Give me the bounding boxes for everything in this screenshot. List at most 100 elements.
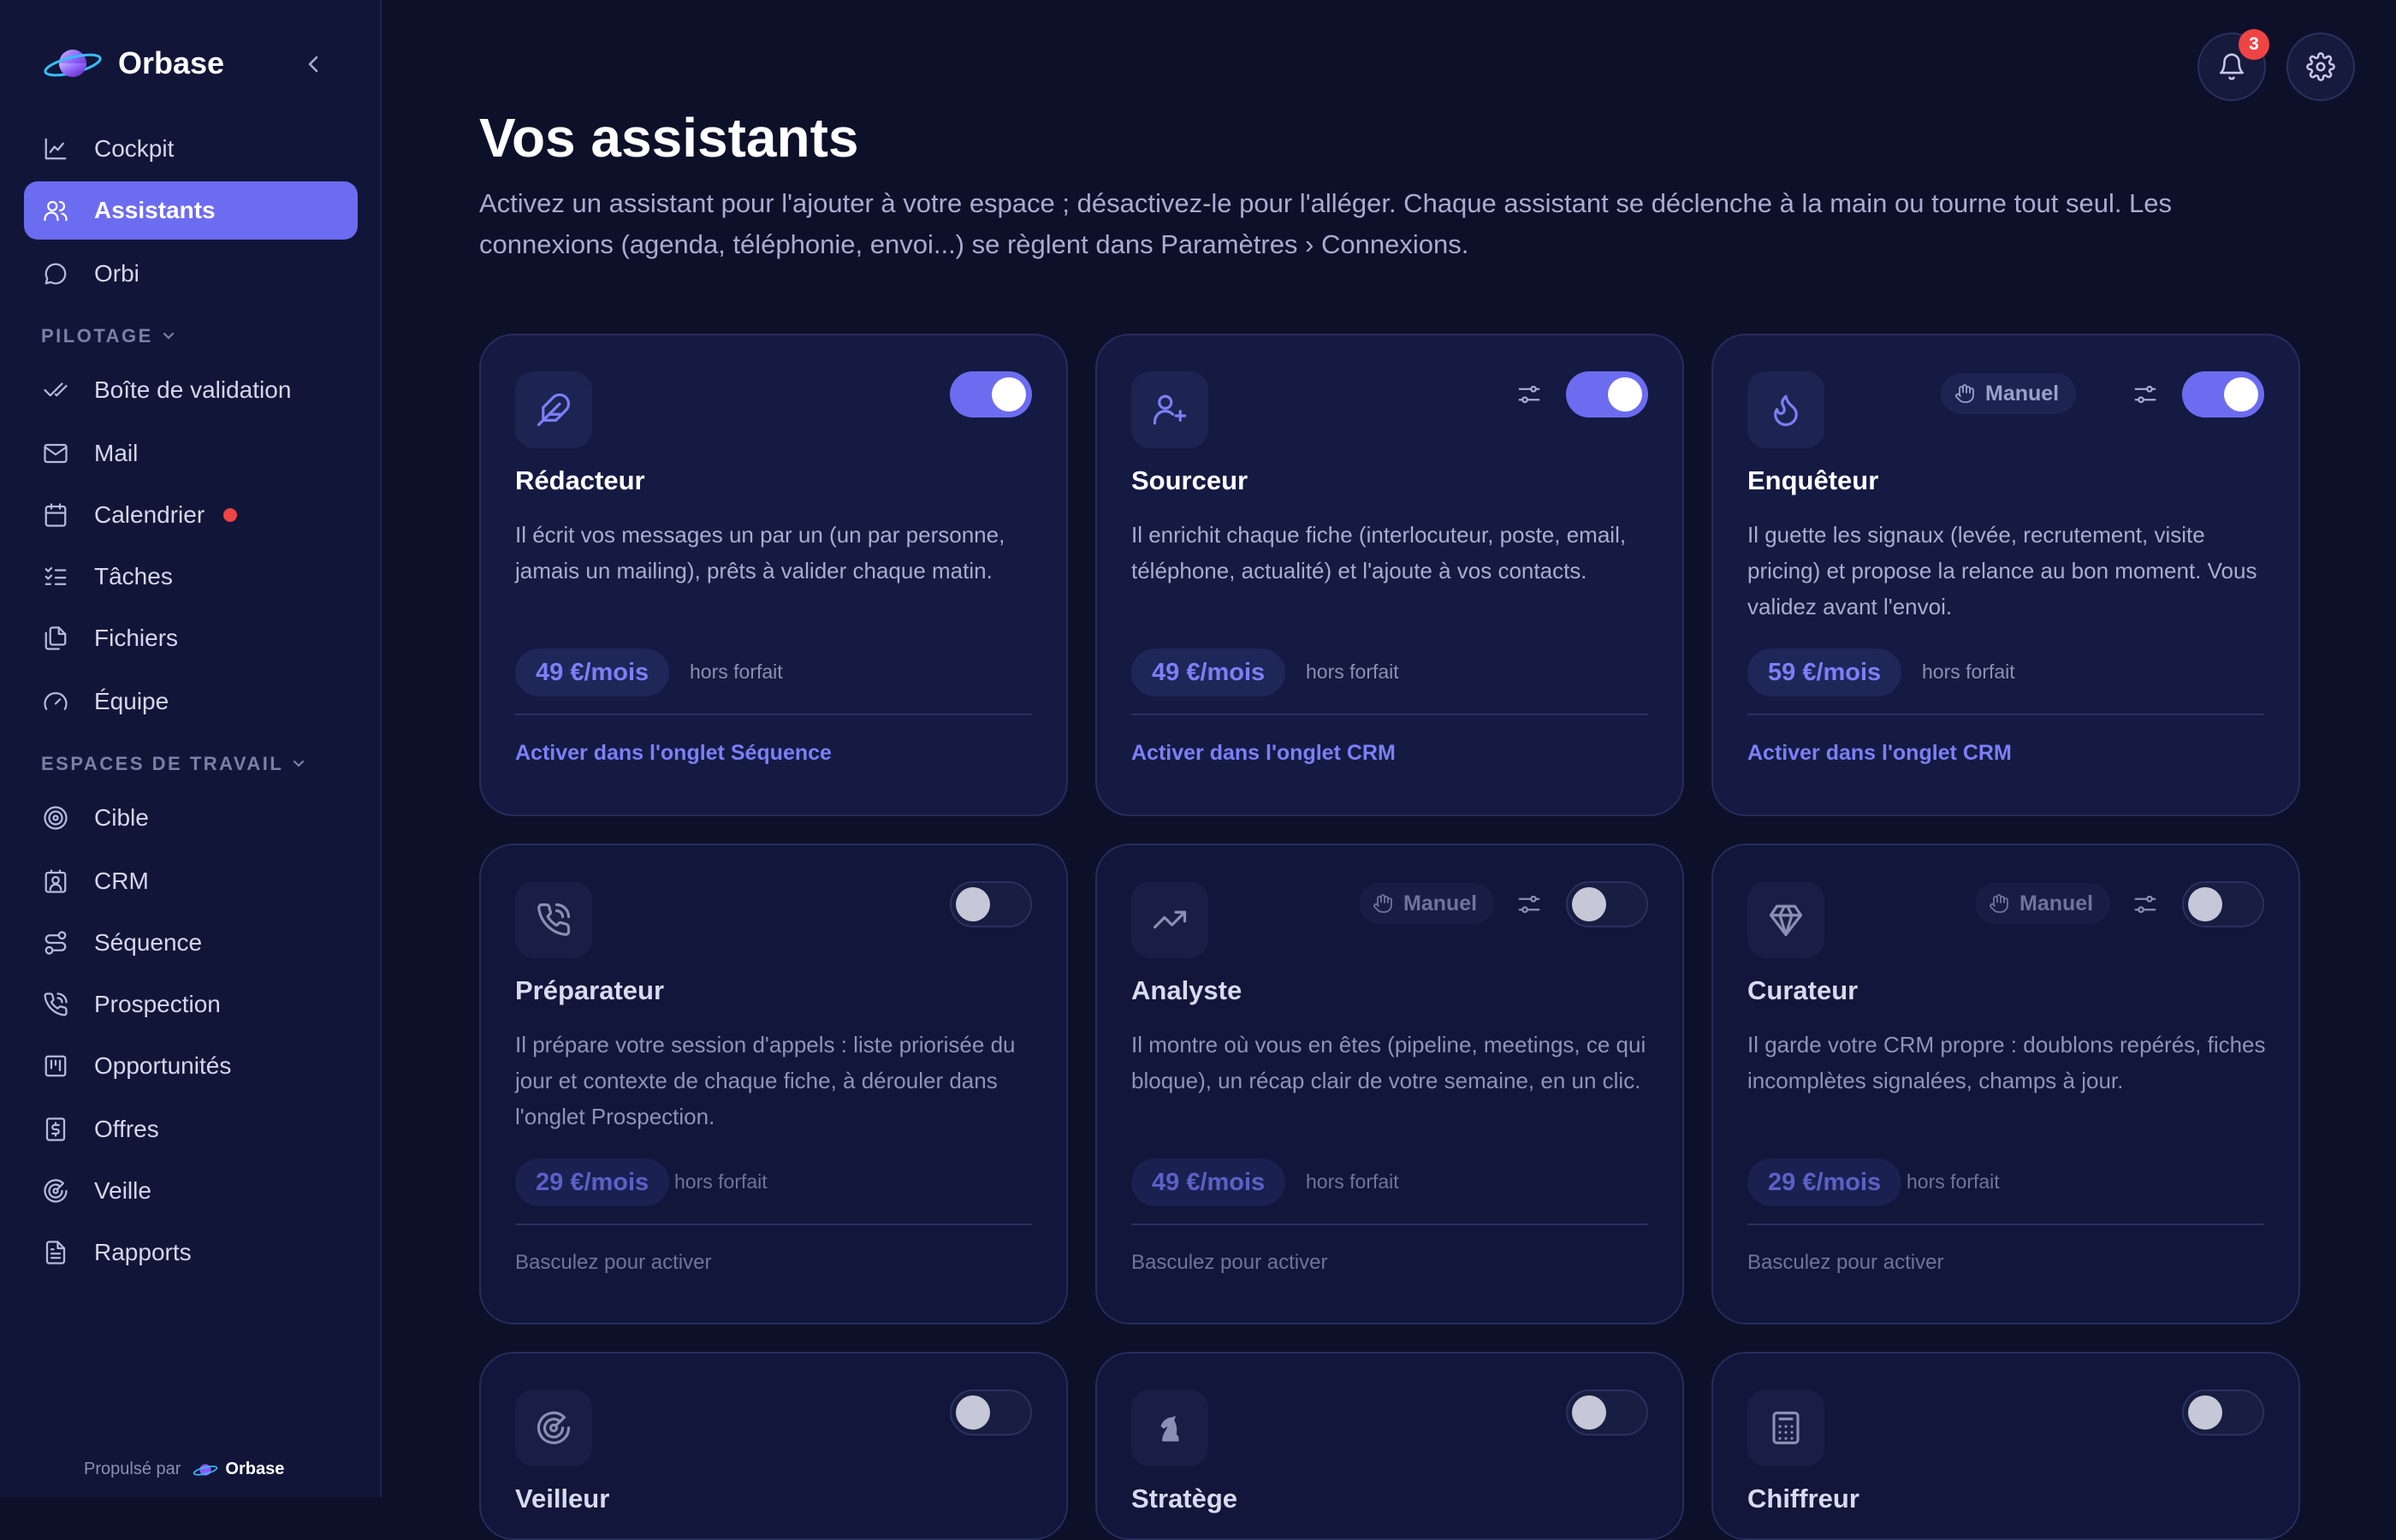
toggle-hint: Basculez pour activer bbox=[1747, 1251, 1944, 1274]
sidebar-item-offres[interactable]: Offres bbox=[24, 1100, 358, 1158]
assistant-title: Enquêteur bbox=[1747, 465, 1879, 495]
manual-mode-badge[interactable]: Manuel bbox=[1941, 373, 2077, 414]
sidebar-item-calendrier[interactable]: Calendrier bbox=[24, 486, 358, 544]
sidebar-item-equipe[interactable]: Équipe bbox=[24, 672, 358, 731]
assistant-description: Il garde votre CRM propre : doublons rep… bbox=[1747, 1032, 2266, 1093]
route-icon bbox=[41, 928, 70, 957]
sidebar-item-label: Offres bbox=[94, 1116, 159, 1142]
sidebar-item-orbi[interactable]: Orbi bbox=[24, 245, 358, 303]
files-icon bbox=[41, 624, 70, 653]
list-checks-icon bbox=[41, 562, 70, 591]
radar-icon bbox=[515, 1389, 592, 1466]
price-note: hors forfait bbox=[1907, 1170, 2000, 1193]
assistant-toggle[interactable] bbox=[1566, 881, 1648, 927]
phone-call-icon bbox=[515, 881, 592, 958]
kanban-icon bbox=[41, 1051, 70, 1081]
assistant-description: Il guette les signaux (levée, recrutemen… bbox=[1747, 522, 2257, 619]
sidebar-item-assistants[interactable]: Assistants bbox=[24, 181, 358, 240]
sidebar-item-prospection[interactable]: Prospection bbox=[24, 975, 358, 1034]
assistant-toggle[interactable] bbox=[950, 881, 1032, 927]
hand-icon bbox=[1990, 894, 2008, 913]
target-icon bbox=[41, 803, 70, 832]
assistant-card-stratege: Stratège bbox=[1095, 1352, 1684, 1540]
planet-logo-icon bbox=[44, 50, 102, 77]
toggle-knob bbox=[2224, 377, 2258, 412]
phone-call-icon bbox=[41, 990, 70, 1019]
sidebar-item-fichiers[interactable]: Fichiers bbox=[24, 609, 358, 667]
assistant-description: Il enrichit chaque fiche (interlocuteur,… bbox=[1131, 522, 1627, 583]
assistant-title: Rédacteur bbox=[515, 465, 645, 495]
sliders-icon bbox=[2134, 895, 2156, 914]
sidebar-item-label: Boîte de validation bbox=[94, 376, 292, 403]
sidebar-item-label: Cockpit bbox=[94, 135, 175, 162]
sliders-icon bbox=[2134, 385, 2156, 404]
section-pilotage-toggle[interactable]: PILOTAGE bbox=[41, 325, 175, 347]
assistant-toggle[interactable] bbox=[1566, 1389, 1648, 1436]
assistant-toggle[interactable] bbox=[2182, 1389, 2264, 1436]
settings-button[interactable] bbox=[2286, 33, 2355, 101]
brand[interactable]: Orbase bbox=[43, 39, 224, 87]
collapse-sidebar-button[interactable] bbox=[301, 50, 325, 79]
sidebar-item-label: Opportunités bbox=[94, 1052, 232, 1079]
assistant-card-preparateur: Préparateur Il prépare votre session d'a… bbox=[479, 844, 1068, 1324]
assistant-toggle[interactable] bbox=[1566, 371, 1648, 418]
manual-mode-badge[interactable]: Manuel bbox=[1359, 883, 1495, 924]
contact-icon bbox=[41, 867, 70, 896]
card-divider bbox=[1747, 1223, 2264, 1225]
sidebar-item-mail[interactable]: Mail bbox=[24, 424, 358, 483]
price-badge: 49 €/mois bbox=[1131, 1158, 1286, 1206]
card-divider bbox=[1747, 714, 2264, 715]
sidebar-item-label: Rapports bbox=[94, 1239, 192, 1265]
chess-knight-icon bbox=[1131, 1389, 1208, 1466]
activate-link[interactable]: Activer dans l'onglet CRM bbox=[1131, 741, 1396, 766]
activate-link[interactable]: Activer dans l'onglet Séquence bbox=[515, 741, 832, 766]
price-badge: 29 €/mois bbox=[1747, 1158, 1902, 1206]
sliders-icon bbox=[1518, 385, 1540, 404]
notifications-button[interactable]: 3 bbox=[2197, 29, 2269, 101]
assistant-toggle[interactable] bbox=[2182, 881, 2264, 927]
toggle-hint: Basculez pour activer bbox=[515, 1251, 712, 1274]
sidebar-item-cible[interactable]: Cible bbox=[24, 789, 358, 847]
sidebar-item-taches[interactable]: Tâches bbox=[24, 548, 358, 606]
bell-icon bbox=[2219, 53, 2245, 80]
toggle-knob bbox=[956, 887, 990, 921]
assistant-toggle[interactable] bbox=[950, 371, 1032, 418]
settings-sliders-button[interactable] bbox=[1515, 890, 1544, 919]
section-label: ESPACES DE TRAVAIL bbox=[41, 753, 284, 774]
assistant-toggle[interactable] bbox=[950, 1389, 1032, 1436]
users-icon bbox=[41, 196, 70, 225]
sidebar-item-label: Veille bbox=[94, 1177, 151, 1204]
page-title: Vos assistants bbox=[479, 107, 859, 169]
sidebar-item-veille[interactable]: Veille bbox=[24, 1162, 358, 1220]
manual-mode-badge[interactable]: Manuel bbox=[1975, 883, 2111, 924]
sidebar-item-cockpit[interactable]: Cockpit bbox=[24, 120, 358, 178]
sidebar-item-label: Cible bbox=[94, 804, 149, 831]
file-text-icon bbox=[41, 1238, 70, 1267]
assistant-title: Analyste bbox=[1131, 975, 1242, 1005]
sidebar-item-boite-validation[interactable]: Boîte de validation bbox=[24, 361, 358, 419]
assistant-card-sourceur: Sourceur Il enrichit chaque fiche (inter… bbox=[1095, 334, 1684, 816]
settings-sliders-button[interactable] bbox=[1515, 380, 1544, 409]
user-plus-icon bbox=[1131, 371, 1208, 448]
activate-link[interactable]: Activer dans l'onglet CRM bbox=[1747, 741, 2012, 766]
sidebar-item-rapports[interactable]: Rapports bbox=[24, 1223, 358, 1282]
assistant-title: Préparateur bbox=[515, 975, 665, 1005]
price-badge: 49 €/mois bbox=[515, 649, 670, 696]
toggle-hint: Basculez pour activer bbox=[1131, 1251, 1328, 1274]
sidebar-item-crm[interactable]: CRM bbox=[24, 852, 358, 910]
assistant-card-analyste: Manuel Analyste Il montre où vous en ête… bbox=[1095, 844, 1684, 1324]
notification-count-badge: 3 bbox=[2239, 29, 2269, 60]
settings-sliders-button[interactable] bbox=[2131, 380, 2160, 409]
sidebar-item-opportunites[interactable]: Opportunités bbox=[24, 1037, 358, 1095]
assistant-toggle[interactable] bbox=[2182, 371, 2264, 418]
sidebar-item-label: Équipe bbox=[94, 688, 169, 714]
radar-icon bbox=[41, 1176, 70, 1205]
assistant-title: Veilleur bbox=[515, 1484, 610, 1513]
manual-mode-label: Manuel bbox=[2019, 891, 2094, 915]
sidebar-item-sequence[interactable]: Séquence bbox=[24, 914, 358, 972]
powered-by: Propulsé par Orbase bbox=[84, 1460, 284, 1479]
brand-name: Orbase bbox=[118, 45, 225, 80]
section-espaces-toggle[interactable]: ESPACES DE TRAVAIL bbox=[41, 753, 305, 775]
powered-by-label: Propulsé par bbox=[84, 1460, 181, 1478]
settings-sliders-button[interactable] bbox=[2131, 890, 2160, 919]
